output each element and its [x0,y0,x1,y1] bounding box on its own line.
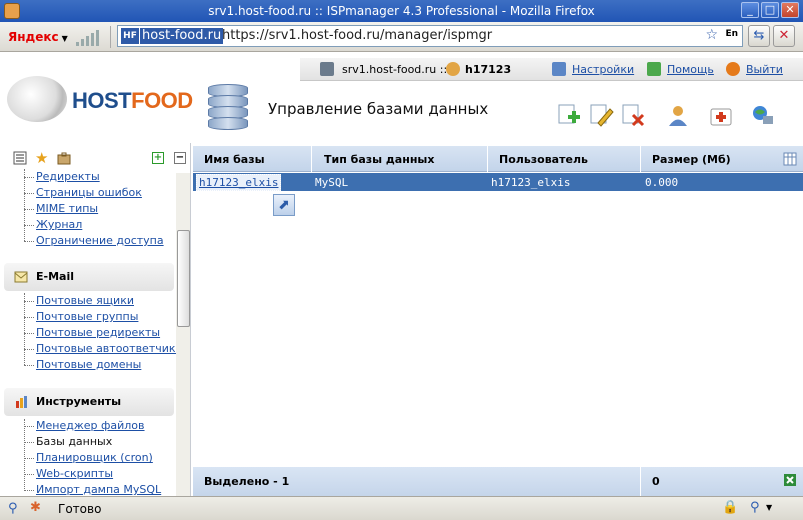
footer-total-size: 0 [652,475,660,488]
reload-icon[interactable]: ⇆ [748,25,770,47]
sidebar: ★ + − Редиректы Страницы ошибок MIME тип… [0,143,191,496]
chevron-down-icon: ▼ [61,34,68,43]
settings-link[interactable]: Настройки [572,63,634,76]
column-header-name[interactable]: Имя базы [204,153,265,166]
search-icon[interactable]: ⚲ [8,501,18,516]
help-link[interactable]: Помощь [667,63,714,76]
section-email-title: E-Mail [36,270,74,283]
status-text: Готово [58,502,102,516]
server-name: srv1.host-food.ru :: [342,63,448,76]
bookmark-star-icon[interactable]: ☆ [705,27,718,43]
sidebar-item-mime-types[interactable]: MIME типы [36,202,98,215]
briefcase-icon[interactable] [57,151,71,165]
web-admin-icon[interactable] [750,103,776,127]
firebug-icon[interactable]: ✱ [30,500,41,515]
yandex-button[interactable]: Яндекс ▼ [8,30,68,44]
address-bar[interactable]: HF host-food.ru https://srv1.host-food.r… [117,25,743,47]
sidebar-toolbar: ★ + − [0,143,190,173]
section-tools-title: Инструменты [36,395,122,408]
power-icon [726,62,740,76]
sidebar-item-mail-groups[interactable]: Почтовые группы [36,310,138,323]
user-name: h17123 [465,63,512,76]
sidebar-item-autoresponders[interactable]: Почтовые автоответчики [36,342,183,355]
toolbar-divider [110,26,111,48]
sidebar-item-access-limits[interactable]: Ограничение доступа [36,234,164,247]
url-host: host-food.ru [140,28,224,44]
cell-db-user: h17123_elxis [491,176,571,189]
cell-db-size: 0.000 [645,176,679,189]
close-button[interactable]: ✕ [781,2,799,18]
sidebar-item-log[interactable]: Журнал [36,218,82,231]
sidebar-item-web-scripts[interactable]: Web-скрипты [36,467,113,480]
user-bar: srv1.host-food.ru :: h17123 Настройки По… [300,58,803,81]
sidebar-item-file-manager[interactable]: Менеджер файлов [36,419,145,432]
settings-icon [552,62,566,76]
favorites-star-icon[interactable]: ★ [35,149,49,167]
site-favicon: HF [121,28,139,44]
mail-icon [14,271,28,283]
sidebar-item-databases[interactable]: Базы данных [36,435,112,448]
edit-database-icon[interactable] [588,103,614,127]
server-icon [320,62,334,76]
logout-link[interactable]: Выйти [746,63,783,76]
logo-disc [7,76,67,122]
section-email[interactable]: E-Mail [4,263,174,291]
table-row[interactable]: h17123_elxis MySQL h17123_elxis 0.000 [193,173,803,191]
chevron-down-icon[interactable]: ▼ [766,503,772,512]
status-bar: ⚲ ✱ Готово 🔒 ⚲ ▼ [0,496,803,520]
sidebar-item-error-pages[interactable]: Страницы ошибок [36,186,142,199]
collapse-all-button[interactable]: − [174,152,186,164]
column-header-size[interactable]: Размер (Мб) [652,153,731,166]
table-footer: Выделено - 1 0 [193,467,803,496]
open-link-icon[interactable]: ⬈ [273,194,295,216]
tree-line [24,169,25,241]
sidebar-item-mailboxes[interactable]: Почтовые ящики [36,294,134,307]
table-header: Имя базы Тип базы данных Пользователь Ра… [193,146,803,172]
delete-database-icon[interactable] [620,103,646,127]
maximize-button[interactable]: □ [761,2,779,18]
stop-icon[interactable]: ✕ [773,25,795,47]
database-table: Имя базы Тип базы данных Пользователь Ра… [193,146,803,496]
tools-icon [16,396,27,408]
scrollbar-thumb[interactable] [177,230,190,327]
sidebar-item-cron[interactable]: Планировщик (cron) [36,451,153,464]
help-icon [647,62,661,76]
column-header-type[interactable]: Тип базы данных [324,153,434,166]
cell-db-type: MySQL [315,176,349,189]
section-tools[interactable]: Инструменты [4,388,174,416]
sidebar-item-mail-domains[interactable]: Почтовые домены [36,358,141,371]
add-database-icon[interactable] [556,103,582,127]
minimize-button[interactable]: _ [741,2,759,18]
page-title: Управление базами данных [268,100,489,118]
expand-all-button[interactable]: + [152,152,164,164]
list-icon[interactable] [13,151,27,165]
signal-icon[interactable] [76,28,102,46]
yandex-label: Яндекс [8,30,59,44]
language-badge[interactable]: En [725,29,738,39]
excel-export-icon[interactable] [783,473,797,487]
zoom-icon[interactable]: ⚲ [750,500,760,515]
window-titlebar: srv1.host-food.ru :: ISPmanager 4.3 Prof… [0,0,803,22]
first-aid-icon[interactable] [708,103,734,127]
window-title: srv1.host-food.ru :: ISPmanager 4.3 Prof… [208,4,595,18]
sidebar-scrollbar[interactable] [176,173,190,496]
user-icon [446,62,460,76]
lock-icon[interactable]: 🔒 [722,500,738,515]
sidebar-item-mysql-import[interactable]: Импорт дампа MySQL [36,483,161,496]
sidebar-item-redirects[interactable]: Редиректы [36,170,100,183]
sidebar-item-mail-redirects[interactable]: Почтовые редиректы [36,326,160,339]
database-icon [208,84,248,130]
users-icon[interactable] [665,103,691,127]
column-settings-icon[interactable] [783,152,797,166]
url-text[interactable]: https://srv1.host-food.ru/manager/ispmgr [222,28,492,44]
selected-count: Выделено - 1 [204,475,290,488]
hostfood-logo: HOSTFOOD [72,88,193,113]
cell-db-name[interactable]: h17123_elxis [196,174,282,191]
column-header-user[interactable]: Пользователь [499,153,588,166]
